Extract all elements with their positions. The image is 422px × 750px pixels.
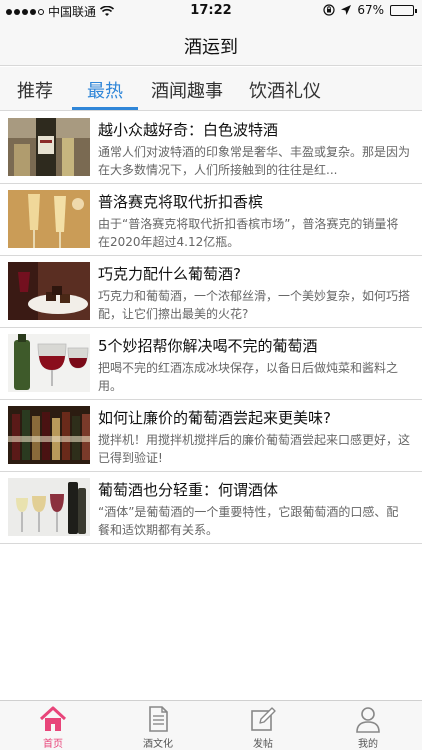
person-icon [356,707,380,733]
article-item[interactable]: 越小众越好奇：白色波特酒 通常人们对波特酒的印象常是奢华、丰盈或复杂。那是因为在… [0,112,422,184]
tab-recommended[interactable]: 推荐 [17,77,53,103]
red-wine-glasses-image [8,334,90,392]
home-icon [39,706,67,731]
article-title: 如何让廉价的葡萄酒尝起来更美味? [98,409,331,427]
article-item[interactable]: 如何让廉价的葡萄酒尝起来更美味? 搅拌机！用搅拌机搅拌后的廉价葡萄酒尝起来口感更… [0,400,422,472]
article-title: 巧克力配什么葡萄酒? [98,265,241,283]
wine-lineup-image [8,478,90,536]
chocolate-and-wine-image [8,262,90,320]
tab-label: 酒闻趣事 [151,81,223,102]
article-summary: 把喝不完的红酒冻成冰块保存，以备日后做炖菜和酱料之用。 [98,361,399,393]
white-port-bottle-image [8,118,90,176]
article-title: 5个妙招帮你解决喝不完的葡萄酒 [98,337,318,355]
status-bar: 中国联通 17:22 67% [0,0,422,22]
article-title: 葡萄酒也分轻重：何谓酒体 [98,481,279,499]
tab-drinking-etiquette[interactable]: 饮酒礼仪 [249,77,321,103]
tab-label: 首页 [43,739,63,750]
navigation-bar: 酒运到 [0,22,422,66]
article-title: 越小众越好奇：白色波特酒 [98,121,279,139]
tab-label: 饮酒礼仪 [249,81,321,102]
article-summary: “酒体”是葡萄酒的一个重要特性，它跟葡萄酒的口感、配餐和适饮期都有关系。 [98,505,399,537]
active-tab-indicator [72,107,138,110]
article-title: 普洛赛克将取代折扣香槟 [98,193,264,211]
tab-label: 推荐 [17,81,53,102]
compose-icon [251,707,276,731]
article-item[interactable]: 普洛赛克将取代折扣香槟 由于“普洛赛克将取代折扣香槟市场”，普洛赛克的销量将在2… [0,184,422,256]
tab-home[interactable]: 首页 [13,704,93,750]
tab-post[interactable]: 发帖 [223,704,303,750]
orientation-lock-icon [323,4,335,16]
article-summary: 通常人们对波特酒的印象常是奢华、丰盈或复杂。那是因为在大多数情况下，人们所接触到… [98,145,410,177]
tab-label: 最热 [87,81,123,102]
sparkling-wine-glasses-image [8,190,90,248]
tab-label: 酒文化 [143,739,173,750]
article-summary: 由于“普洛赛克将取代折扣香槟市场”，普洛赛克的销量将在2020年超过4.12亿瓶… [98,217,399,249]
category-tabs: 推荐 最热 酒闻趣事 饮酒礼仪 [0,67,422,111]
article-summary: 巧克力和葡萄酒，一个浓郁丝滑，一个美妙复杂，如何巧搭配，让它们擦出最美的火花? [98,289,410,321]
tab-label: 我的 [358,739,378,750]
page-title: 酒运到 [184,37,238,58]
article-item[interactable]: 5个妙招帮你解决喝不完的葡萄酒 把喝不完的红酒冻成冰块保存，以备日后做炖菜和酱料… [0,328,422,400]
wine-shelf-image [8,406,90,464]
tab-wine-news[interactable]: 酒闻趣事 [151,77,223,103]
battery-percent: 67% [357,3,384,17]
tab-label: 发帖 [253,739,273,750]
battery-icon [390,4,417,16]
document-icon [149,706,168,732]
bottom-tab-bar: 首页 酒文化 发帖 我的 [0,700,422,750]
tab-hottest[interactable]: 最热 [87,77,123,103]
tab-mine[interactable]: 我的 [328,704,408,750]
tab-wine-culture[interactable]: 酒文化 [118,704,198,750]
location-arrow-icon [341,5,352,15]
status-right: 67% [323,3,417,17]
article-summary: 搅拌机！用搅拌机搅拌后的廉价葡萄酒尝起来口感更好，这已得到验证! [98,433,410,465]
article-item[interactable]: 葡萄酒也分轻重：何谓酒体 “酒体”是葡萄酒的一个重要特性，它跟葡萄酒的口感、配餐… [0,472,422,544]
article-item[interactable]: 巧克力配什么葡萄酒? 巧克力和葡萄酒，一个浓郁丝滑，一个美妙复杂，如何巧搭配，让… [0,256,422,328]
